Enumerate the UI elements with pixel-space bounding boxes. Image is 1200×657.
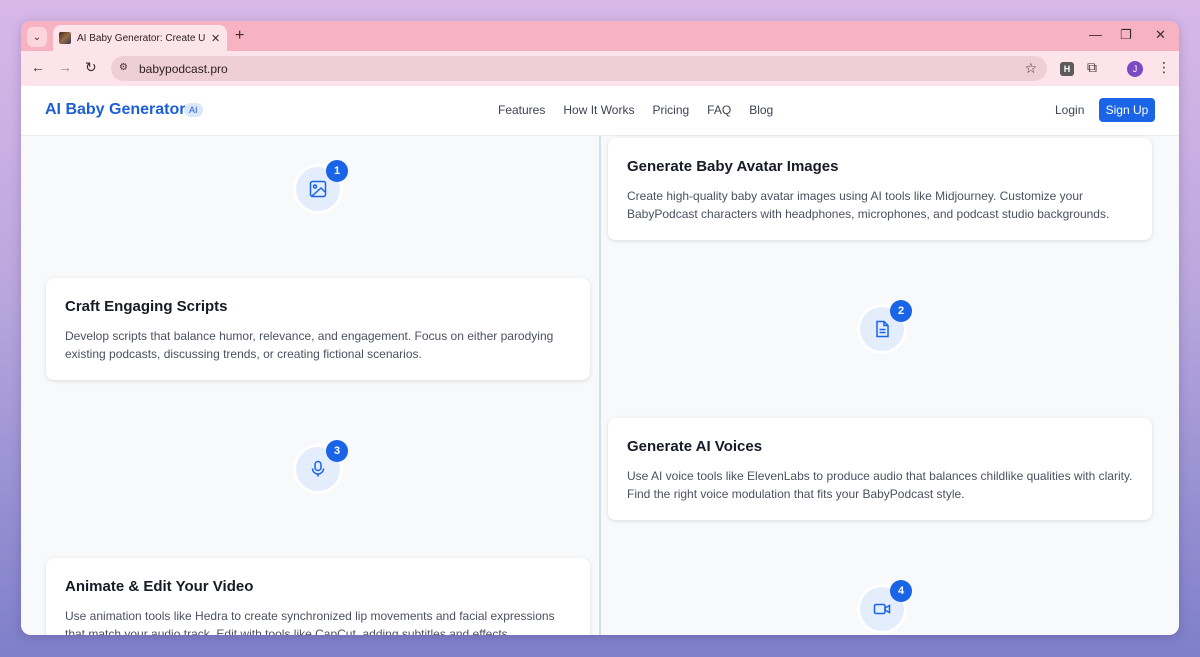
extensions-puzzle-icon[interactable]: ⧉ xyxy=(1087,59,1097,76)
site-header: AI Baby Generator AI Features How It Wor… xyxy=(21,86,1179,136)
nav-pricing[interactable]: Pricing xyxy=(652,103,689,117)
profile-avatar[interactable]: J xyxy=(1127,61,1143,77)
site-info-icon[interactable]: ⚙ xyxy=(119,62,131,74)
reload-icon[interactable]: ↻ xyxy=(85,59,97,75)
document-icon xyxy=(876,320,889,338)
step-4-title: Animate & Edit Your Video xyxy=(65,578,254,595)
extension-h-icon[interactable]: H xyxy=(1060,62,1074,76)
active-tab[interactable]: AI Baby Generator: Create Uniq ✕ xyxy=(53,25,227,51)
step-3-card: Generate AI Voices Use AI voice tools li… xyxy=(608,418,1152,520)
login-link[interactable]: Login xyxy=(1055,103,1084,117)
step-2-title: Craft Engaging Scripts xyxy=(65,298,228,315)
browser-menu-icon[interactable]: ⋮ xyxy=(1157,59,1171,76)
brand-badge: AI xyxy=(184,103,203,117)
close-tab-icon[interactable]: ✕ xyxy=(211,32,220,45)
step-3-number: 3 xyxy=(326,440,348,462)
browser-toolbar: ← → ↻ ⚙ babypodcast.pro ☆ H ⧉ J ⋮ xyxy=(21,51,1179,86)
step-4-number: 4 xyxy=(890,580,912,602)
forward-icon[interactable]: → xyxy=(58,59,72,75)
step-2-number: 2 xyxy=(890,300,912,322)
timeline-line xyxy=(599,136,601,635)
nav-features[interactable]: Features xyxy=(498,103,545,117)
page-viewport: AI Baby Generator AI Features How It Wor… xyxy=(21,86,1179,635)
step-2-card: Craft Engaging Scripts Develop scripts t… xyxy=(46,278,590,380)
url-text[interactable]: babypodcast.pro xyxy=(139,62,228,76)
back-icon[interactable]: ← xyxy=(31,59,45,75)
browser-window: ⌄ AI Baby Generator: Create Uniq ✕ + — ❐… xyxy=(21,21,1179,635)
step-1-number: 1 xyxy=(326,160,348,182)
video-icon xyxy=(873,603,891,615)
brand-logo[interactable]: AI Baby Generator xyxy=(45,101,185,119)
new-tab-button[interactable]: + xyxy=(235,27,244,45)
favicon-icon xyxy=(59,32,71,44)
minimize-icon[interactable]: — xyxy=(1089,27,1102,43)
tab-title: AI Baby Generator: Create Uniq xyxy=(77,32,205,44)
nav-faq[interactable]: FAQ xyxy=(707,103,731,117)
step-4-description: Use animation tools like Hedra to create… xyxy=(65,609,555,635)
step-1-card: Generate Baby Avatar Images Create high-… xyxy=(608,138,1152,240)
step-1-title: Generate Baby Avatar Images xyxy=(627,158,839,175)
step-1-description: Create high-quality baby avatar images u… xyxy=(627,189,1110,221)
address-bar[interactable]: ⚙ babypodcast.pro ☆ xyxy=(111,56,1047,81)
tab-strip: ⌄ AI Baby Generator: Create Uniq ✕ + — ❐… xyxy=(21,21,1179,51)
nav-how-it-works[interactable]: How It Works xyxy=(563,103,634,117)
main-nav: Features How It Works Pricing FAQ Blog xyxy=(498,103,773,117)
step-3-description: Use AI voice tools like ElevenLabs to pr… xyxy=(627,469,1133,501)
signup-button[interactable]: Sign Up xyxy=(1099,98,1155,122)
tab-search-button[interactable]: ⌄ xyxy=(27,27,47,47)
nav-blog[interactable]: Blog xyxy=(749,103,773,117)
image-icon xyxy=(309,180,327,198)
step-3-title: Generate AI Voices xyxy=(627,438,763,455)
step-2-description: Develop scripts that balance humor, rele… xyxy=(65,329,554,361)
window-close-icon[interactable]: ✕ xyxy=(1155,27,1166,43)
step-4-card: Animate & Edit Your Video Use animation … xyxy=(46,558,590,635)
bookmark-star-icon[interactable]: ☆ xyxy=(1024,60,1037,77)
restore-icon[interactable]: ❐ xyxy=(1120,27,1132,43)
microphone-icon xyxy=(311,460,325,477)
